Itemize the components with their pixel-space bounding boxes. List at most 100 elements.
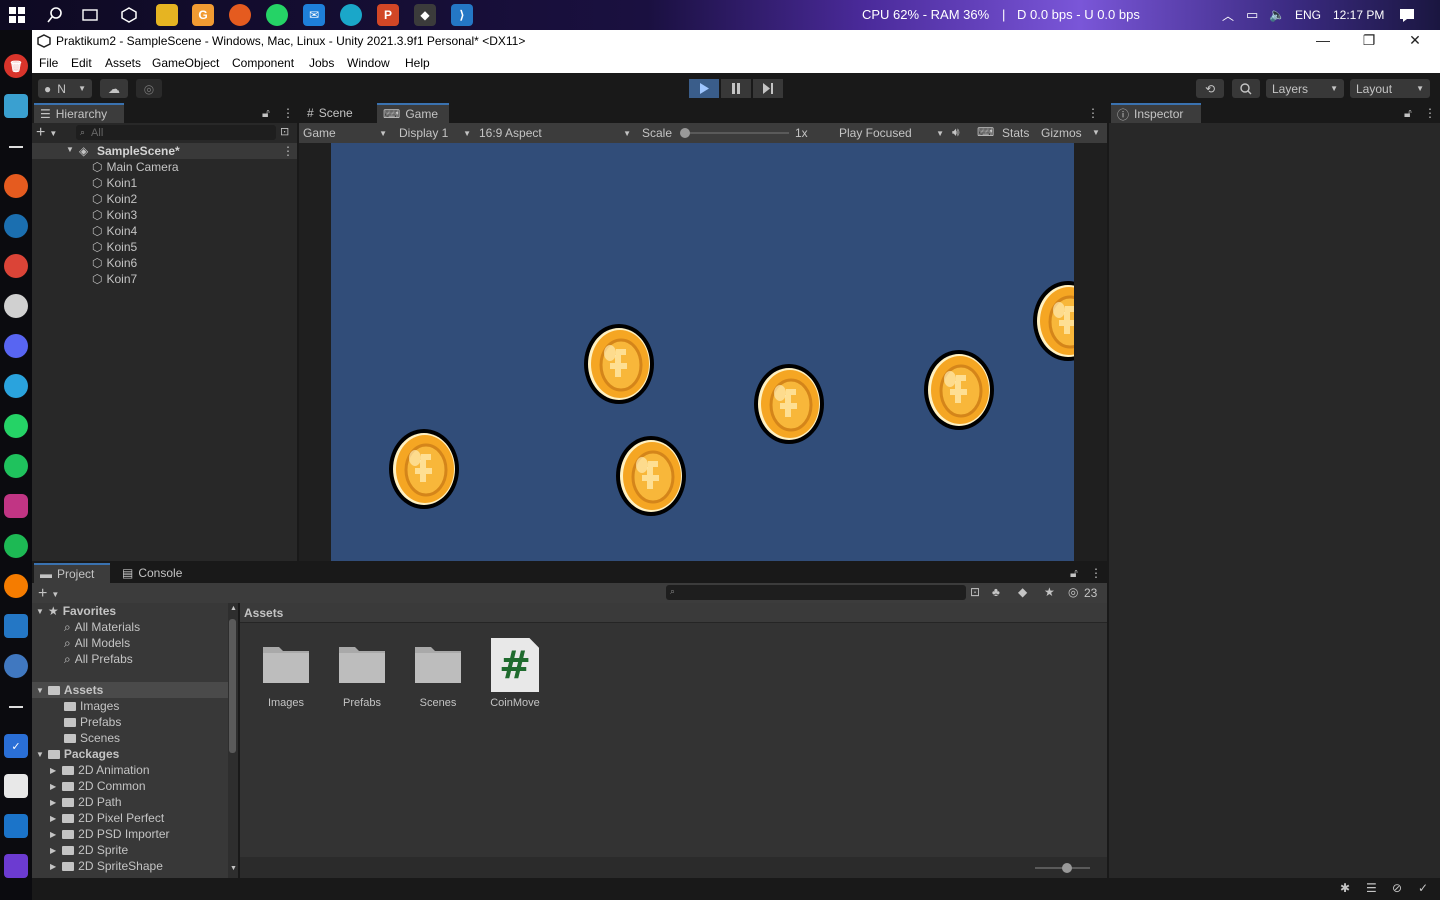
line-icon[interactable] [4, 454, 28, 478]
maximize-button[interactable]: ❐ [1354, 32, 1384, 49]
spotify-icon[interactable] [4, 534, 28, 558]
trash-icon[interactable]: 🗑 [4, 54, 28, 78]
calendar-icon[interactable] [4, 774, 28, 798]
clock[interactable]: 12:17 PM [1333, 8, 1384, 22]
package-item[interactable]: ▶ 2D Path [50, 794, 122, 810]
close-button[interactable]: ✕ [1400, 32, 1430, 49]
expand-arrow-icon[interactable]: ▼ [36, 750, 44, 759]
menu-gameobject[interactable]: GameObject [152, 56, 219, 70]
asset-folder-prefabs[interactable]: Prefabs [330, 641, 394, 709]
scale-slider-handle[interactable] [680, 128, 690, 138]
icon-size-slider-handle[interactable] [1062, 863, 1072, 873]
menu-file[interactable]: File [39, 56, 58, 70]
scroll-up-icon[interactable]: ▲ [230, 605, 237, 612]
computer-icon[interactable] [4, 94, 28, 118]
favorite-star-icon[interactable]: ★ [1044, 585, 1055, 599]
play-mode-dropdown[interactable]: Play Focused ▼ [839, 125, 944, 141]
scrollbar-thumb[interactable] [229, 619, 236, 753]
add-object-button[interactable]: + ▼ [36, 124, 64, 141]
stats-button[interactable]: Stats [1002, 126, 1029, 140]
scale-slider-track[interactable] [683, 132, 789, 134]
favorite-item[interactable]: ⌕ All Materials [64, 619, 140, 635]
vscode-icon[interactable]: ⟩ [451, 4, 473, 26]
asset-script-coinmove[interactable]: # CoinMove [483, 638, 547, 709]
chrome-icon[interactable] [4, 254, 28, 278]
tab-game[interactable]: ⌨ Game [377, 103, 449, 123]
search-button[interactable] [1232, 79, 1260, 98]
menu-assets[interactable]: Assets [105, 56, 141, 70]
language-indicator[interactable]: ENG [1295, 8, 1321, 22]
collapsed-arrow-icon[interactable]: ▶ [50, 830, 56, 839]
expand-arrow-icon[interactable]: ▼ [66, 145, 74, 154]
instagram-icon[interactable] [4, 494, 28, 518]
account-dropdown[interactable]: ● N ▼ [38, 79, 92, 98]
asset-folder-item[interactable]: Scenes [64, 730, 120, 746]
telegram-icon[interactable] [4, 374, 28, 398]
expand-arrow-icon[interactable]: ▼ [36, 607, 44, 616]
layout-dropdown[interactable]: Layout ▼ [1350, 79, 1430, 98]
collapsed-arrow-icon[interactable]: ▶ [50, 782, 56, 791]
gizmos-button[interactable]: Gizmos [1041, 126, 1082, 140]
discord-icon[interactable] [4, 334, 28, 358]
assets-header[interactable]: ▼ Assets [32, 682, 238, 698]
layers-dropdown[interactable]: Layers ▼ [1266, 79, 1344, 98]
lock-icon[interactable]: 🔓︎ [262, 106, 270, 121]
tree-scrollbar[interactable]: ▲ ▼ [228, 603, 238, 878]
lock-icon[interactable]: 🔓︎ [1070, 566, 1078, 581]
collapsed-arrow-icon[interactable]: ▶ [50, 798, 56, 807]
collapsed-arrow-icon[interactable]: ▶ [50, 766, 56, 775]
volume-tray-icon[interactable]: 🔈 [1269, 7, 1285, 23]
search-icon[interactable] [44, 4, 66, 26]
more-options-icon[interactable]: ⋮ [282, 106, 294, 120]
keyboard-icon[interactable]: ⌨ [977, 125, 994, 139]
chevron-down-icon[interactable]: ▼ [1092, 128, 1100, 137]
powerpoint-icon[interactable]: P [377, 4, 399, 26]
github-icon[interactable] [4, 654, 28, 678]
label-icon[interactable]: ◆ [1018, 585, 1027, 599]
todo-icon[interactable]: ✓ [4, 734, 28, 758]
unity-hub-icon[interactable] [118, 4, 140, 26]
notifications-icon[interactable] [1399, 7, 1415, 23]
tab-console[interactable]: ▤ Console [116, 563, 196, 583]
package-item[interactable]: ▶ 2D Pixel Perfect [50, 810, 164, 826]
collapsed-arrow-icon[interactable]: ▶ [50, 862, 56, 871]
favorite-item[interactable]: ⌕ All Models [64, 635, 130, 651]
debug-icon[interactable]: ✱ [1340, 881, 1350, 895]
package-item[interactable]: ▶ 2D SpriteShape [50, 858, 163, 874]
more-options-icon[interactable]: ⋮ [1090, 566, 1102, 580]
favorite-item[interactable]: ⌕ All Prefabs [64, 651, 133, 667]
cloud-button[interactable]: ☁ [100, 79, 128, 98]
firefox-icon[interactable] [229, 4, 251, 26]
hidden-packages-icon[interactable]: ◎ [1068, 585, 1078, 599]
favorites-header[interactable]: ▼ ★ Favorites [36, 603, 116, 619]
collapsed-arrow-icon[interactable]: ▶ [50, 846, 56, 855]
minimize-button[interactable]: — [1308, 32, 1338, 48]
store-icon[interactable] [4, 814, 28, 838]
task-view-icon[interactable] [79, 4, 101, 26]
more-options-icon[interactable]: ⋮ [1424, 106, 1436, 120]
aspect-dropdown[interactable]: 16:9 Aspect ▼ [479, 125, 631, 141]
app-purple-icon[interactable] [4, 854, 28, 878]
display-dropdown[interactable]: Display 1 ▼ [399, 125, 471, 141]
xampp-icon[interactable] [4, 574, 28, 598]
package-item[interactable]: ▶ 2D PSD Importer [50, 826, 170, 842]
package-item[interactable]: ▶ 2D Animation [50, 762, 150, 778]
expand-arrow-icon[interactable]: ▼ [36, 686, 44, 695]
steam-icon[interactable] [4, 214, 28, 238]
filter-icon[interactable]: ♣ [992, 585, 1000, 599]
search-by-type-icon[interactable]: ⊡ [970, 585, 980, 599]
menu-component[interactable]: Component [232, 56, 294, 70]
menu-window[interactable]: Window [347, 56, 390, 70]
menu-edit[interactable]: Edit [71, 56, 92, 70]
mail-icon[interactable]: ✉ [303, 4, 325, 26]
play-button[interactable] [689, 79, 719, 98]
mute-audio-icon[interactable]: 🔊︎ [952, 125, 960, 140]
more-options-icon[interactable]: ⋮ [282, 144, 294, 158]
notifications-check-icon[interactable]: ✓ [1418, 881, 1428, 895]
edge-icon[interactable] [340, 4, 362, 26]
menu-jobs[interactable]: Jobs [309, 56, 334, 70]
whatsapp-dock-icon[interactable] [4, 414, 28, 438]
file-explorer-icon[interactable] [156, 4, 178, 26]
firefox-dock-icon[interactable] [4, 174, 28, 198]
asset-folder-item[interactable]: Prefabs [64, 714, 121, 730]
